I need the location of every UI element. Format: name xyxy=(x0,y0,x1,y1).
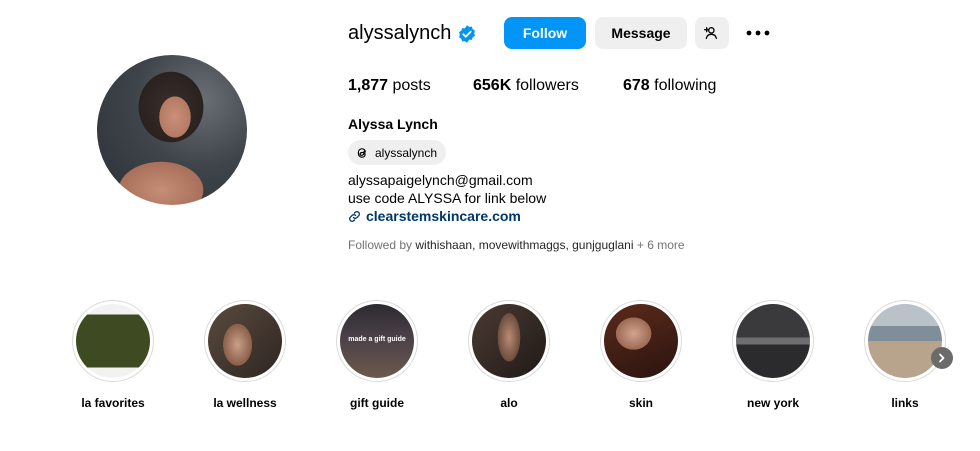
following-stat[interactable]: 678 following xyxy=(623,77,716,95)
highlight-label: alo xyxy=(500,396,518,410)
highlight-ring: made a gift guide xyxy=(336,300,418,382)
followers-label: followers xyxy=(515,77,579,94)
threads-badge[interactable]: alyssalynch xyxy=(348,140,447,165)
bio-promo: use code ALYSSA for link below xyxy=(348,190,547,206)
followed-by-more: + 6 more xyxy=(636,238,685,252)
followed-by-names: withishaan, movewithmaggs, gunjguglani xyxy=(415,238,634,252)
highlight-la-wellness[interactable]: la wellness xyxy=(203,300,287,410)
highlight-cover xyxy=(868,304,942,378)
follow-button[interactable]: Follow xyxy=(504,17,586,49)
highlight-cover: made a gift guide xyxy=(340,304,414,378)
highlight-cover xyxy=(208,304,282,378)
highlight-cover xyxy=(604,304,678,378)
highlight-label: links xyxy=(891,396,919,410)
followed-by-prefix: Followed by xyxy=(348,238,413,252)
suggested-accounts-button[interactable] xyxy=(695,17,729,49)
highlight-ring xyxy=(732,300,814,382)
verified-badge-icon xyxy=(459,25,475,43)
chevron-right-icon xyxy=(939,353,945,363)
highlight-cover xyxy=(472,304,546,378)
highlight-alo[interactable]: alo xyxy=(467,300,551,410)
link-icon xyxy=(349,210,360,222)
highlight-ring xyxy=(600,300,682,382)
highlight-cover-text: made a gift guide xyxy=(348,336,406,343)
highlight-new-york[interactable]: new york xyxy=(731,300,815,410)
highlight-cover xyxy=(76,304,150,378)
highlight-label: new york xyxy=(746,396,800,410)
highlight-ring xyxy=(72,300,154,382)
followers-stat[interactable]: 656K followers xyxy=(473,77,579,95)
profile-full-name: Alyssa Lynch xyxy=(348,116,438,132)
highlight-ring xyxy=(468,300,550,382)
more-options-button[interactable] xyxy=(744,22,772,44)
external-link[interactable]: clearstemskincare.com xyxy=(348,208,521,224)
followers-count: 656K xyxy=(473,77,512,94)
external-link-text: clearstemskincare.com xyxy=(366,208,521,224)
highlight-ring xyxy=(204,300,286,382)
following-count: 678 xyxy=(623,77,650,94)
highlight-label: la favorites xyxy=(81,396,145,410)
threads-icon xyxy=(357,147,366,158)
threads-handle: alyssalynch xyxy=(375,145,438,160)
followed-by[interactable]: Followed by withishaan, movewithmaggs, g… xyxy=(348,238,685,252)
more-dots-icon xyxy=(746,30,770,36)
message-button[interactable]: Message xyxy=(595,17,687,49)
posts-label: posts xyxy=(392,77,431,94)
highlight-la-favorites[interactable]: la favorites xyxy=(71,300,155,410)
bio-email: alyssapaigelynch@gmail.com xyxy=(348,172,533,188)
profile-username: alyssalynch xyxy=(348,22,452,44)
highlight-label: la wellness xyxy=(213,396,277,410)
highlight-gift-guide[interactable]: made a gift guide gift guide xyxy=(335,300,419,410)
posts-stat: 1,877 posts xyxy=(348,77,431,95)
add-user-icon xyxy=(704,27,717,39)
profile-avatar[interactable] xyxy=(97,55,247,205)
following-label: following xyxy=(654,77,717,94)
highlights-next-button[interactable] xyxy=(931,347,953,369)
highlight-label: gift guide xyxy=(350,396,404,410)
highlight-skin[interactable]: skin xyxy=(599,300,683,410)
highlight-cover xyxy=(736,304,810,378)
posts-count: 1,877 xyxy=(348,77,389,94)
highlight-ring xyxy=(864,300,946,382)
highlight-label: skin xyxy=(628,396,653,410)
